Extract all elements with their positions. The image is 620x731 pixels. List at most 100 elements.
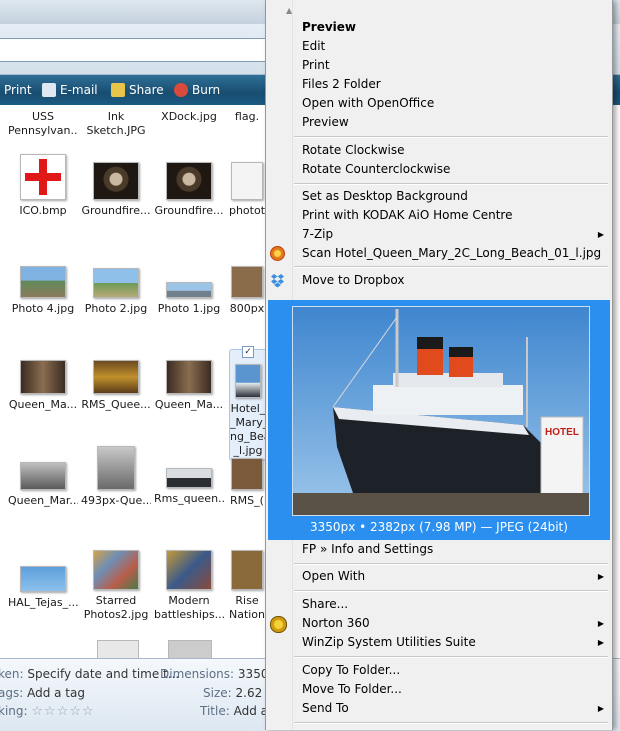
file-item[interactable]: USS Pennsylvan... [8, 110, 78, 138]
menu-label: Edit [302, 39, 326, 53]
menu-separator [294, 722, 608, 724]
menu-label: Files 2 Folder [302, 77, 381, 91]
menu-label: Send To [302, 701, 349, 715]
file-item[interactable]: Groundfire... [81, 162, 151, 218]
file-label: Queen_Mar... [8, 494, 78, 507]
email-icon [42, 83, 56, 97]
menu-label: Move To Folder... [302, 682, 402, 696]
submenu-arrow-icon: ▶ [597, 704, 604, 713]
file-label: XDock.jpg [161, 110, 217, 123]
burn-label: Burn [192, 83, 221, 97]
file-label: Photo 1.jpg [157, 302, 221, 315]
menu-item-print[interactable]: Print [302, 56, 604, 75]
menu-label: Preview [302, 20, 357, 34]
menu-item-scan[interactable]: Scan Hotel_Queen_Mary_2C_Long_Beach_01_l… [270, 244, 604, 263]
menu-item-move-to-folder[interactable]: Move To Folder... [302, 680, 604, 699]
file-item[interactable]: XDock.jpg [154, 110, 224, 124]
file-item[interactable]: Queen_Mar... [8, 462, 78, 508]
menu-label: Preview [302, 115, 349, 129]
file-item[interactable]: 800px [227, 266, 267, 316]
file-item[interactable]: Rise Nation [227, 550, 267, 622]
menu-item-norton-360[interactable]: Norton 360 ▶ [270, 614, 604, 633]
tags-row: ags: Add a tag [0, 686, 85, 700]
title-row: Title: Add a [200, 704, 268, 718]
file-label: Starred Photos2.jpg [83, 594, 149, 621]
thumb-rms-queen [93, 360, 139, 394]
menu-item-winzip-utilities[interactable]: WinZip System Utilities Suite ▶ [302, 633, 604, 652]
file-item[interactable]: ICO.bmp [8, 154, 78, 218]
menu-item-edit[interactable]: Edit [302, 37, 604, 56]
submenu-arrow-icon: ▶ [597, 572, 604, 581]
print-label: Print [4, 83, 32, 97]
menu-item-fp-info-settings[interactable]: FP » Info and Settings [302, 540, 604, 559]
file-item[interactable]: HAL_Tejas_... [8, 566, 78, 610]
file-item[interactable]: RMS_( [227, 458, 267, 508]
file-item[interactable]: 493px-Que... [81, 446, 151, 508]
date-taken-value[interactable]: Specify date and time t... [27, 667, 179, 681]
file-item[interactable]: Rms_queen... [154, 468, 224, 506]
thumb-queen-ma-2 [166, 360, 212, 394]
file-label-line: _l.jpg [233, 444, 263, 457]
print-button[interactable]: Print [4, 81, 32, 99]
thumb-photo4 [20, 266, 66, 298]
scan-icon [270, 246, 285, 261]
thumb-photo2 [93, 268, 139, 298]
rating-stars-icon[interactable]: ☆☆☆☆☆ [31, 704, 94, 719]
dimensions-row: Dimensions: 3350 x [160, 667, 279, 681]
menu-item-move-to-dropbox[interactable]: Move to Dropbox [271, 271, 604, 290]
menu-item-preview[interactable]: Preview [302, 113, 604, 132]
menu-item-open-with-openoffice[interactable]: Open with OpenOffice [302, 94, 604, 113]
file-item[interactable]: Photo 4.jpg [8, 266, 78, 316]
menu-separator [294, 563, 608, 565]
file-label: RMS_( [230, 494, 264, 507]
burn-button[interactable]: Burn [174, 81, 220, 99]
file-label: flag. [234, 110, 260, 123]
menu-item-print-kodak[interactable]: Print with KODAK AiO Home Centre [302, 206, 604, 225]
file-item[interactable]: Ink Sketch.JPG [81, 110, 151, 138]
file-item[interactable]: Queen_Ma... [8, 360, 78, 412]
file-label: Rms_queen... [154, 492, 224, 505]
menu-item-files-2-folder[interactable]: Files 2 Folder [302, 75, 604, 94]
address-field[interactable] [0, 38, 268, 62]
file-label: Ink Sketch.JPG [86, 110, 146, 137]
menu-item-preview-default[interactable]: Preview [302, 18, 604, 37]
file-label: HAL_Tejas_... [8, 596, 78, 609]
menu-item-share[interactable]: Share... [302, 595, 604, 614]
menu-item-set-desktop-background[interactable]: Set as Desktop Background [302, 187, 604, 206]
share-button[interactable]: Share [111, 81, 164, 99]
rating-row: king: ☆☆☆☆☆ [0, 704, 95, 719]
file-item[interactable]: Starred Photos2.jpg [81, 550, 151, 622]
menu-label: Print with KODAK AiO Home Centre [302, 208, 513, 222]
menu-label: WinZip System Utilities Suite [302, 635, 476, 649]
share-icon [111, 83, 125, 97]
menu-label: Copy To Folder... [302, 663, 401, 677]
file-item[interactable]: RMS_Quee... [81, 360, 151, 412]
file-item[interactable]: Queen_Ma... [154, 360, 224, 412]
submenu-arrow-icon: ▶ [597, 619, 604, 628]
file-label-line: Hotel_ [230, 402, 266, 415]
file-item[interactable]: flag. [227, 110, 267, 124]
thumb-modern-battleships [166, 550, 212, 590]
rating-key: king: [0, 704, 28, 718]
menu-item-send-to[interactable]: Send To ▶ [302, 699, 604, 718]
file-item[interactable]: photot [227, 162, 267, 218]
menu-item-rotate-counterclockwise[interactable]: Rotate Counterclockwise [302, 160, 604, 179]
selection-checkbox[interactable]: ✓ [242, 346, 254, 358]
title-value[interactable]: Add a [234, 704, 268, 718]
menu-item-rotate-clockwise[interactable]: Rotate Clockwise [302, 141, 604, 160]
hotel-sign-text: HOTEL [545, 427, 579, 438]
file-item[interactable]: Modern battleships.... [154, 550, 224, 622]
email-button[interactable]: E-mail [42, 81, 98, 99]
file-label: Queen_Ma... [154, 398, 224, 411]
menu-label: Open With [302, 569, 366, 583]
file-item[interactable]: Photo 2.jpg [81, 268, 151, 316]
menu-item-7zip[interactable]: 7-Zip ▶ [302, 225, 604, 244]
menu-item-copy-to-folder[interactable]: Copy To Folder... [302, 661, 604, 680]
scroll-up-icon[interactable]: ▲ [286, 6, 292, 15]
tags-value[interactable]: Add a tag [27, 686, 85, 700]
file-item[interactable]: Groundfire... [154, 162, 224, 218]
menu-item-open-with[interactable]: Open With ▶ [302, 567, 604, 586]
file-item[interactable]: Photo 1.jpg [154, 282, 224, 316]
thumb-800px [231, 266, 263, 298]
file-item-selected[interactable]: ✓ Hotel_ _Mary_ ng_Bea _l.jpg [229, 346, 267, 461]
